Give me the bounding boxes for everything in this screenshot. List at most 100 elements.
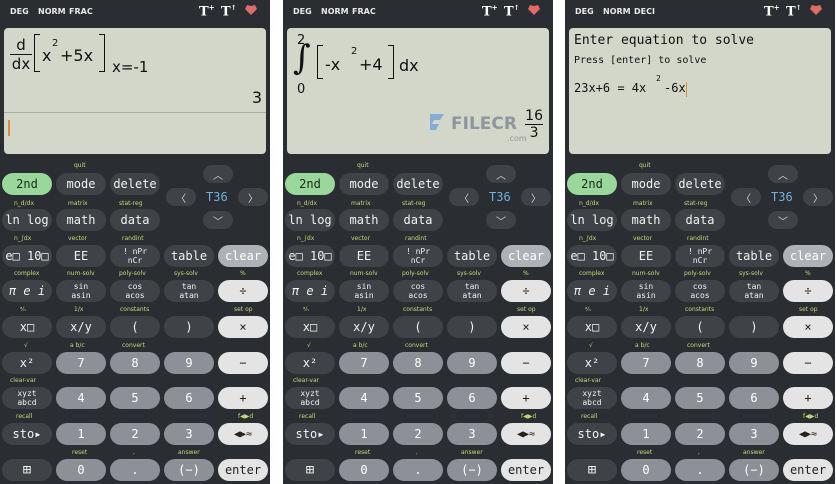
tan-button[interactable]: tan atan: [164, 280, 214, 302]
divide-button[interactable]: ÷: [783, 280, 833, 302]
apps-button[interactable]: ⊞: [285, 459, 335, 481]
mode-button[interactable]: mode: [339, 173, 389, 195]
store-button[interactable]: sto▸: [2, 423, 52, 445]
sin-button[interactable]: sin asin: [56, 280, 106, 302]
ln-log-button[interactable]: ln log: [285, 209, 335, 231]
table-button[interactable]: table: [447, 245, 497, 267]
theme-plus-icon[interactable]: T+: [482, 3, 498, 19]
heart-icon[interactable]: [244, 4, 258, 16]
digit-5-button[interactable]: 5: [393, 387, 443, 409]
digit-4-button[interactable]: 4: [339, 387, 389, 409]
digit-1-button[interactable]: 1: [621, 423, 671, 445]
approx-toggle-button[interactable]: ◀▶≈: [218, 423, 268, 445]
power-button[interactable]: x□: [567, 316, 617, 338]
minus-button[interactable]: −: [218, 352, 268, 374]
delete-button[interactable]: delete: [675, 173, 725, 195]
math-button[interactable]: math: [56, 209, 106, 231]
tan-button[interactable]: tan atan: [447, 280, 497, 302]
multiply-button[interactable]: ×: [218, 316, 268, 338]
power-button[interactable]: x□: [285, 316, 335, 338]
mode-button[interactable]: mode: [621, 173, 671, 195]
plus-button[interactable]: +: [783, 387, 833, 409]
up-arrow-button[interactable]: ︿: [203, 165, 233, 183]
enter-button[interactable]: enter: [501, 459, 551, 481]
digit-7-button[interactable]: 7: [56, 352, 106, 374]
clear-button[interactable]: clear: [501, 245, 551, 267]
theme-up-icon[interactable]: T↑: [221, 3, 237, 19]
open-paren-button[interactable]: (: [675, 316, 725, 338]
left-arrow-button[interactable]: 〈: [166, 188, 196, 206]
factorial-button[interactable]: ! nPr nCr: [675, 245, 725, 267]
digit-7-button[interactable]: 7: [339, 352, 389, 374]
down-arrow-button[interactable]: ﹀: [203, 211, 233, 229]
digit-4-button[interactable]: 4: [621, 387, 671, 409]
close-paren-button[interactable]: ): [447, 316, 497, 338]
digit-2-button[interactable]: 2: [393, 423, 443, 445]
down-arrow-button[interactable]: ﹀: [486, 211, 516, 229]
data-button[interactable]: data: [675, 209, 725, 231]
digit-1-button[interactable]: 1: [56, 423, 106, 445]
minus-button[interactable]: −: [783, 352, 833, 374]
cos-button[interactable]: cos acos: [675, 280, 725, 302]
digit-9-button[interactable]: 9: [729, 352, 779, 374]
second-button[interactable]: 2nd: [2, 173, 52, 195]
data-button[interactable]: data: [393, 209, 443, 231]
right-arrow-button[interactable]: 〉: [521, 188, 551, 206]
theme-plus-icon[interactable]: T+: [199, 3, 215, 19]
negate-button[interactable]: (−): [447, 459, 497, 481]
exp-button[interactable]: e□ 10□: [2, 245, 52, 267]
heart-icon[interactable]: [809, 4, 823, 16]
left-arrow-button[interactable]: 〈: [731, 188, 761, 206]
fraction-button[interactable]: x/y: [339, 316, 389, 338]
open-paren-button[interactable]: (: [110, 316, 160, 338]
digit-5-button[interactable]: 5: [110, 387, 160, 409]
pi-e-i-button[interactable]: π e i: [567, 280, 617, 302]
digit-0-button[interactable]: 0: [621, 459, 671, 481]
mode-button[interactable]: mode: [56, 173, 106, 195]
sin-button[interactable]: sin asin: [621, 280, 671, 302]
tan-button[interactable]: tan atan: [729, 280, 779, 302]
digit-3-button[interactable]: 3: [729, 423, 779, 445]
digit-6-button[interactable]: 6: [729, 387, 779, 409]
apps-button[interactable]: ⊞: [567, 459, 617, 481]
digit-2-button[interactable]: 2: [675, 423, 725, 445]
ee-button[interactable]: EE: [56, 245, 106, 267]
digit-3-button[interactable]: 3: [447, 423, 497, 445]
pi-e-i-button[interactable]: π e i: [2, 280, 52, 302]
math-button[interactable]: math: [339, 209, 389, 231]
table-button[interactable]: table: [164, 245, 214, 267]
theme-up-icon[interactable]: T↑: [504, 3, 520, 19]
digit-6-button[interactable]: 6: [447, 387, 497, 409]
cos-button[interactable]: cos acos: [393, 280, 443, 302]
digit-9-button[interactable]: 9: [447, 352, 497, 374]
digit-2-button[interactable]: 2: [110, 423, 160, 445]
apps-button[interactable]: ⊞: [2, 459, 52, 481]
divide-button[interactable]: ÷: [501, 280, 551, 302]
multiply-button[interactable]: ×: [783, 316, 833, 338]
right-arrow-button[interactable]: 〉: [238, 188, 268, 206]
variables-button[interactable]: xyzt abcd: [285, 387, 335, 409]
heart-icon[interactable]: [527, 4, 541, 16]
cos-button[interactable]: cos acos: [110, 280, 160, 302]
delete-button[interactable]: delete: [393, 173, 443, 195]
digit-8-button[interactable]: 8: [393, 352, 443, 374]
factorial-button[interactable]: ! nPr nCr: [393, 245, 443, 267]
decimal-button[interactable]: .: [393, 459, 443, 481]
minus-button[interactable]: −: [501, 352, 551, 374]
second-button[interactable]: 2nd: [285, 173, 335, 195]
close-paren-button[interactable]: ): [164, 316, 214, 338]
digit-3-button[interactable]: 3: [164, 423, 214, 445]
store-button[interactable]: sto▸: [567, 423, 617, 445]
digit-7-button[interactable]: 7: [621, 352, 671, 374]
ln-log-button[interactable]: ln log: [567, 209, 617, 231]
multiply-button[interactable]: ×: [501, 316, 551, 338]
variables-button[interactable]: xyzt abcd: [567, 387, 617, 409]
digit-9-button[interactable]: 9: [164, 352, 214, 374]
table-button[interactable]: table: [729, 245, 779, 267]
digit-8-button[interactable]: 8: [110, 352, 160, 374]
negate-button[interactable]: (−): [164, 459, 214, 481]
left-arrow-button[interactable]: 〈: [449, 188, 479, 206]
delete-button[interactable]: delete: [110, 173, 160, 195]
close-paren-button[interactable]: ): [729, 316, 779, 338]
divide-button[interactable]: ÷: [218, 280, 268, 302]
